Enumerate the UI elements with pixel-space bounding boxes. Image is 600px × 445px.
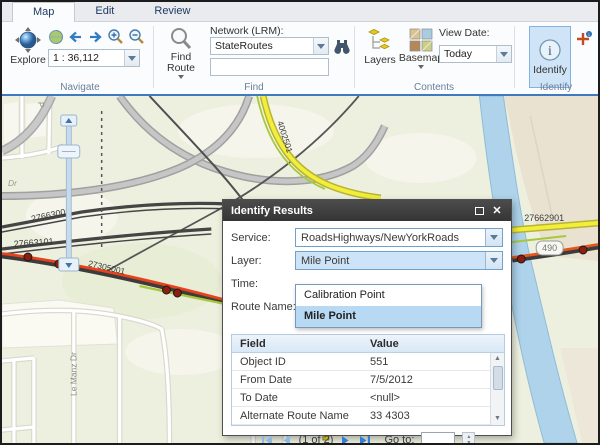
- next-extent-arrow-icon[interactable]: [87, 29, 104, 45]
- scale-dropdown-arrow[interactable]: [124, 50, 139, 66]
- table-row[interactable]: Alternate Route Name33 4303: [232, 407, 490, 425]
- route-label: 27663101: [13, 236, 53, 249]
- identify-info-icon: i: [538, 38, 562, 62]
- route-name-label: Route Name:: [231, 301, 301, 313]
- network-dropdown-arrow[interactable]: [313, 38, 328, 54]
- identify-button[interactable]: i Identify: [529, 26, 571, 88]
- tab-edit[interactable]: Edit: [75, 2, 134, 21]
- next-page-button[interactable]: [340, 434, 351, 445]
- dialog-title-bar[interactable]: Identify Results ✕: [223, 200, 511, 221]
- scroll-down-icon[interactable]: ▼: [494, 413, 501, 425]
- basemap-button[interactable]: Basemap: [400, 28, 442, 69]
- column-header-field: Field: [232, 335, 362, 352]
- find-route-button[interactable]: Find Route: [160, 26, 202, 79]
- field-value-table: Field Value Object ID551From Date7/5/201…: [231, 334, 505, 426]
- tab-review[interactable]: Review: [134, 2, 210, 21]
- basemap-caret-icon: [418, 65, 424, 69]
- route-label: 27662901: [524, 213, 564, 223]
- ribbon-body: Explore: [2, 22, 598, 94]
- layers-icon: [367, 28, 393, 54]
- route-name-input[interactable]: [210, 58, 329, 76]
- view-date-dropdown-arrow[interactable]: [496, 46, 511, 62]
- layer-combo[interactable]: Mile Point: [295, 251, 503, 270]
- layer-label: Layer:: [231, 255, 295, 267]
- table-scrollbar[interactable]: ▲ ▼: [490, 353, 504, 425]
- zoom-in-icon[interactable]: [107, 28, 125, 45]
- street-label: Le Manz Dr: [69, 352, 79, 396]
- table-body: Object ID551From Date7/5/2012To Date<nul…: [232, 353, 490, 425]
- dropdown-option[interactable]: Calibration Point: [296, 285, 481, 306]
- service-dropdown-arrow[interactable]: [485, 229, 502, 246]
- table-row[interactable]: To Date<null>: [232, 389, 490, 407]
- identify-results-dialog: Identify Results ✕ Service: RoadsHighway…: [222, 199, 512, 436]
- layer-dropdown-arrow[interactable]: [485, 252, 502, 269]
- close-button[interactable]: ✕: [489, 204, 505, 218]
- pagination-bar: (1 of 2) Go to: ▲▼: [231, 428, 505, 445]
- ribbon: Map Edit Review Explore: [2, 2, 598, 96]
- svg-text:i: i: [548, 44, 552, 59]
- table-header: Field Value: [232, 335, 504, 353]
- identify-route-characteristics-icon[interactable]: i: [575, 30, 593, 48]
- route-shield-490: 490: [536, 241, 563, 255]
- layers-button[interactable]: Layers: [362, 28, 398, 66]
- scroll-up-icon[interactable]: ▲: [494, 353, 501, 365]
- table-row[interactable]: From Date7/5/2012: [232, 371, 490, 389]
- maximize-button[interactable]: [471, 204, 487, 218]
- column-header-value: Value: [362, 335, 504, 352]
- group-label-identify: Identify: [518, 82, 594, 93]
- ribbon-tab-row: Map Edit Review: [2, 2, 598, 22]
- svg-text:490: 490: [542, 243, 557, 253]
- layer-dropdown-list: Calibration PointMile Point: [295, 284, 482, 328]
- explore-globe-icon: [14, 26, 42, 54]
- group-label-find: Find: [202, 82, 306, 93]
- goto-label: Go to:: [384, 434, 414, 445]
- explore-button[interactable]: Explore: [8, 26, 48, 66]
- tab-map[interactable]: Map: [12, 2, 75, 22]
- close-icon: ✕: [492, 204, 501, 217]
- street-label: P: [36, 102, 45, 107]
- view-date-combo[interactable]: Today: [439, 45, 512, 63]
- zoom-out-icon[interactable]: [128, 28, 146, 45]
- binoculars-icon[interactable]: [333, 38, 351, 55]
- table-row[interactable]: Object ID551: [232, 353, 490, 371]
- maximize-icon: [475, 207, 484, 215]
- application-window: Map Edit Review Explore: [0, 0, 600, 445]
- scrollbar-thumb[interactable]: [493, 366, 503, 390]
- find-route-magnifier-icon: [168, 26, 194, 52]
- first-page-button[interactable]: [261, 434, 274, 445]
- group-label-contents: Contents: [382, 82, 486, 93]
- map-scale-combo[interactable]: 1 : 36,112: [48, 49, 140, 67]
- dropdown-option[interactable]: Mile Point: [296, 306, 481, 327]
- view-date-label: View Date:: [439, 27, 490, 39]
- time-label: Time:: [231, 278, 295, 290]
- dialog-title: Identify Results: [231, 205, 313, 217]
- group-label-navigate: Navigate: [22, 82, 138, 93]
- previous-extent-arrow-icon[interactable]: [67, 29, 84, 45]
- network-lrm-combo[interactable]: StateRoutes: [210, 37, 329, 55]
- street-label: Dr: [8, 178, 18, 188]
- service-label: Service:: [231, 232, 295, 244]
- goto-spinner[interactable]: ▲▼: [462, 432, 475, 445]
- last-page-button[interactable]: [358, 434, 371, 445]
- goto-page-input[interactable]: [421, 432, 455, 445]
- basemap-icon: [409, 28, 433, 52]
- find-route-caret-icon: [178, 75, 184, 79]
- full-extent-globe-icon[interactable]: [48, 29, 64, 45]
- page-status: (1 of 2): [299, 434, 334, 445]
- service-combo[interactable]: RoadsHighways/NewYorkRoads: [295, 228, 503, 247]
- previous-page-button[interactable]: [281, 434, 292, 445]
- network-lrm-label: Network (LRM):: [210, 25, 284, 37]
